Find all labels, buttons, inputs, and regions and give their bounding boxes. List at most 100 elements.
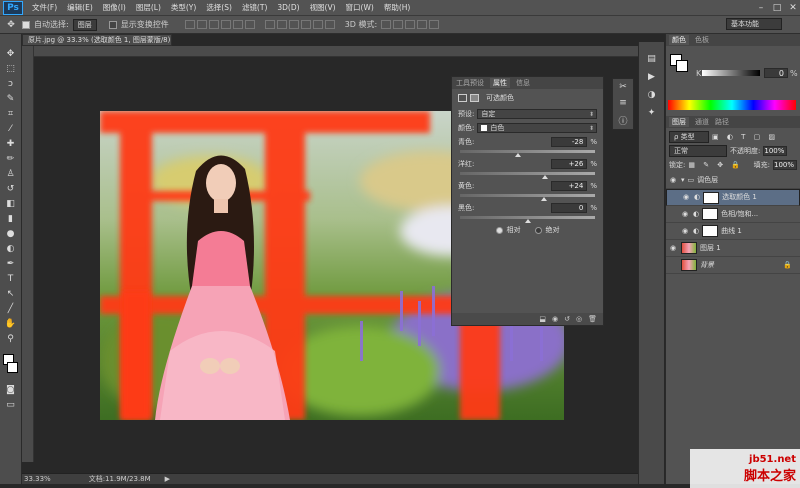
layer-mask-thumb[interactable] bbox=[702, 208, 719, 220]
menu-window[interactable]: 窗口(W) bbox=[341, 2, 379, 13]
layer-row-selective-color[interactable]: ◉ ◐ 选取颜色 1 bbox=[666, 189, 800, 206]
tab-tool-presets[interactable]: 工具预设 bbox=[456, 78, 484, 88]
visibility-eye-icon[interactable]: ◉ bbox=[680, 227, 690, 235]
layer-row-background[interactable]: 背景 🔒 bbox=[666, 257, 800, 274]
eraser-tool-icon[interactable]: ◧ bbox=[4, 198, 18, 209]
adjustments-icon[interactable]: ◑ bbox=[645, 90, 659, 102]
move-tool-icon[interactable]: ✥ bbox=[4, 48, 18, 59]
magenta-input[interactable]: +26 bbox=[551, 159, 588, 169]
actions-icon[interactable]: ▶ bbox=[645, 72, 659, 84]
background-color-swatch[interactable] bbox=[7, 362, 18, 373]
layer-row-layer1[interactable]: ◉ 图层 1 bbox=[666, 240, 800, 257]
tab-color[interactable]: 颜色 bbox=[669, 35, 689, 45]
hand-tool-icon[interactable]: ✋ bbox=[4, 318, 18, 329]
tab-channels[interactable]: 通道 bbox=[695, 117, 709, 127]
eyedropper-tool-icon[interactable]: ⁄ bbox=[4, 123, 18, 134]
path-select-tool-icon[interactable]: ↖ bbox=[4, 288, 18, 299]
cyan-slider-knob[interactable] bbox=[515, 153, 522, 157]
layer-name[interactable]: 图层 1 bbox=[700, 243, 721, 253]
move-tool-icon[interactable]: ✥ bbox=[4, 19, 18, 30]
preset-dropdown[interactable]: 自定 bbox=[477, 109, 597, 119]
layer-mask-thumb[interactable] bbox=[702, 225, 719, 237]
lasso-tool-icon[interactable]: ↄ bbox=[4, 78, 18, 89]
layer-name[interactable]: 选取颜色 1 bbox=[722, 192, 757, 203]
menu-edit[interactable]: 编辑(E) bbox=[62, 2, 98, 13]
quick-mask-icon[interactable]: ◙ bbox=[4, 384, 18, 395]
menu-3d[interactable]: 3D(D) bbox=[272, 3, 304, 12]
brush-presets-icon[interactable]: ✦ bbox=[645, 108, 659, 120]
type-tool-icon[interactable]: T bbox=[4, 273, 18, 284]
layer-filter-dropdown[interactable]: ρ 类型 bbox=[669, 131, 709, 143]
shape-tool-icon[interactable]: ╱ bbox=[4, 303, 18, 314]
tab-properties[interactable]: 属性 bbox=[490, 78, 510, 88]
history-brush-tool-icon[interactable]: ↺ bbox=[4, 183, 18, 194]
blend-mode-dropdown[interactable]: 正常 bbox=[669, 145, 727, 157]
marquee-tool-icon[interactable]: ⬚ bbox=[4, 63, 18, 74]
zoom-tool-icon[interactable]: ⚲ bbox=[4, 333, 18, 344]
auto-select-checkbox[interactable] bbox=[22, 20, 30, 29]
yellow-slider-knob[interactable] bbox=[540, 197, 547, 201]
layer-name[interactable]: 曲线 1 bbox=[721, 226, 742, 236]
brush-tool-icon[interactable]: ✏ bbox=[4, 153, 18, 164]
status-arrow-icon[interactable]: ▶ bbox=[165, 475, 170, 483]
color-spectrum[interactable] bbox=[668, 100, 796, 110]
view-previous-icon[interactable]: ◉ bbox=[552, 315, 558, 323]
workspace-dropdown[interactable]: 基本功能 bbox=[726, 18, 782, 30]
auto-select-dropdown[interactable]: 图层 bbox=[72, 18, 97, 31]
cyan-slider[interactable] bbox=[460, 150, 595, 157]
magenta-slider-knob[interactable] bbox=[542, 175, 549, 179]
close-icon[interactable]: ✕ bbox=[786, 2, 800, 14]
pen-tool-icon[interactable]: ✒ bbox=[4, 258, 18, 269]
menu-type[interactable]: 类型(Y) bbox=[166, 2, 201, 13]
opacity-input[interactable]: 100% bbox=[763, 146, 788, 156]
layer-row-curves[interactable]: ◉ ◐ 曲线 1 bbox=[666, 223, 800, 240]
cyan-input[interactable]: -28 bbox=[551, 137, 588, 147]
dodge-tool-icon[interactable]: ◐ bbox=[4, 243, 18, 254]
magenta-slider[interactable] bbox=[460, 172, 595, 179]
filter-icons[interactable]: ▣ ◐ T ▢ ▨ bbox=[712, 133, 778, 141]
visibility-eye-icon[interactable]: ◉ bbox=[668, 176, 678, 184]
menu-file[interactable]: 文件(F) bbox=[27, 2, 62, 13]
adjustment-layer-icon[interactable] bbox=[458, 94, 467, 102]
properties-icon[interactable]: ≡ bbox=[616, 98, 630, 110]
menu-filter[interactable]: 滤镜(T) bbox=[237, 2, 272, 13]
tab-info[interactable]: 信息 bbox=[516, 78, 530, 88]
k-input[interactable]: 0 bbox=[764, 68, 788, 78]
tab-layers[interactable]: 图层 bbox=[669, 117, 689, 127]
layer-name[interactable]: 调色层 bbox=[697, 175, 718, 185]
menu-image[interactable]: 图像(I) bbox=[98, 2, 131, 13]
screen-mode-icon[interactable]: ▭ bbox=[4, 399, 18, 410]
bg-color-chip[interactable] bbox=[676, 60, 688, 72]
3d-mode-buttons[interactable] bbox=[381, 20, 440, 29]
info-icon[interactable]: ⓘ bbox=[616, 114, 630, 127]
history-icon[interactable]: ▤ bbox=[645, 54, 659, 66]
absolute-radio[interactable] bbox=[534, 226, 542, 234]
layer-name[interactable]: 色相/饱和... bbox=[721, 209, 758, 219]
layer-row-hue-saturation[interactable]: ◉ ◐ 色相/饱和... bbox=[666, 206, 800, 223]
trash-icon[interactable]: 🗑 bbox=[588, 315, 597, 323]
yellow-input[interactable]: +24 bbox=[551, 181, 588, 191]
minimize-icon[interactable]: – bbox=[754, 2, 768, 14]
quick-select-tool-icon[interactable]: ✎ bbox=[4, 93, 18, 104]
layer-row-group[interactable]: ◉ ▾ ▭ 调色层 bbox=[666, 172, 800, 189]
menu-view[interactable]: 视图(V) bbox=[305, 2, 341, 13]
clip-to-layer-icon[interactable]: ⬓ bbox=[539, 315, 546, 323]
visibility-eye-icon[interactable]: ◉ bbox=[668, 244, 678, 252]
toggle-visibility-icon[interactable]: ◎ bbox=[576, 315, 582, 323]
menu-select[interactable]: 选择(S) bbox=[201, 2, 237, 13]
disclosure-triangle-icon[interactable]: ▾ bbox=[681, 176, 685, 184]
layer-mask-thumb[interactable] bbox=[703, 191, 720, 204]
align-buttons[interactable] bbox=[184, 20, 255, 29]
document-size[interactable]: 文档:11.9M/23.8M bbox=[89, 474, 151, 484]
fill-input[interactable]: 100% bbox=[773, 160, 797, 170]
reset-icon[interactable]: ↺ bbox=[564, 315, 570, 323]
show-transform-checkbox[interactable] bbox=[108, 20, 117, 29]
menu-layer[interactable]: 图层(L) bbox=[131, 2, 166, 13]
tab-paths[interactable]: 路径 bbox=[715, 117, 729, 127]
tools-preset-icon[interactable]: ✂ bbox=[616, 82, 630, 94]
clone-stamp-tool-icon[interactable]: ♙ bbox=[4, 168, 18, 179]
k-slider[interactable] bbox=[702, 70, 760, 76]
blur-tool-icon[interactable]: ● bbox=[4, 228, 18, 239]
black-slider[interactable] bbox=[460, 216, 595, 223]
black-slider-knob[interactable] bbox=[524, 219, 531, 223]
